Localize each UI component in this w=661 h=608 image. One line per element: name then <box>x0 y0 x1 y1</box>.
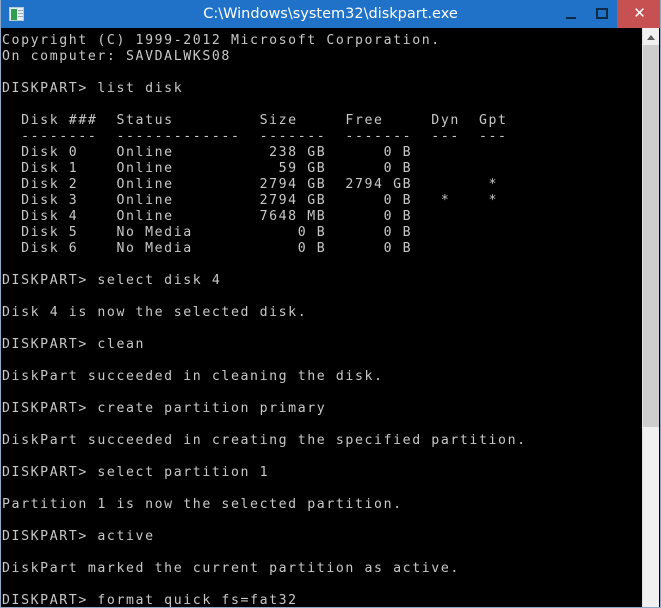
chevron-up-icon <box>647 34 655 40</box>
vertical-scrollbar[interactable] <box>642 28 659 607</box>
scroll-up-button[interactable] <box>643 28 659 45</box>
console-transcript: Copyright (C) 1999-2012 Microsoft Corpor… <box>2 33 527 607</box>
minimize-icon <box>565 17 576 19</box>
close-button[interactable]: ✕ <box>617 0 660 28</box>
window-titlebar[interactable]: C:\Windows\system32\diskpart.exe ✕ <box>1 0 660 28</box>
scrollbar-thumb[interactable] <box>643 45 659 427</box>
maximize-button[interactable] <box>586 0 617 28</box>
minimize-button[interactable] <box>555 0 586 28</box>
maximize-icon <box>595 8 608 19</box>
scrollbar-track[interactable] <box>643 45 659 607</box>
diskpart-window: C:\Windows\system32\diskpart.exe ✕ Copyr… <box>0 0 661 608</box>
console-output-area[interactable]: Copyright (C) 1999-2012 Microsoft Corpor… <box>1 28 644 607</box>
close-icon: ✕ <box>633 4 646 22</box>
